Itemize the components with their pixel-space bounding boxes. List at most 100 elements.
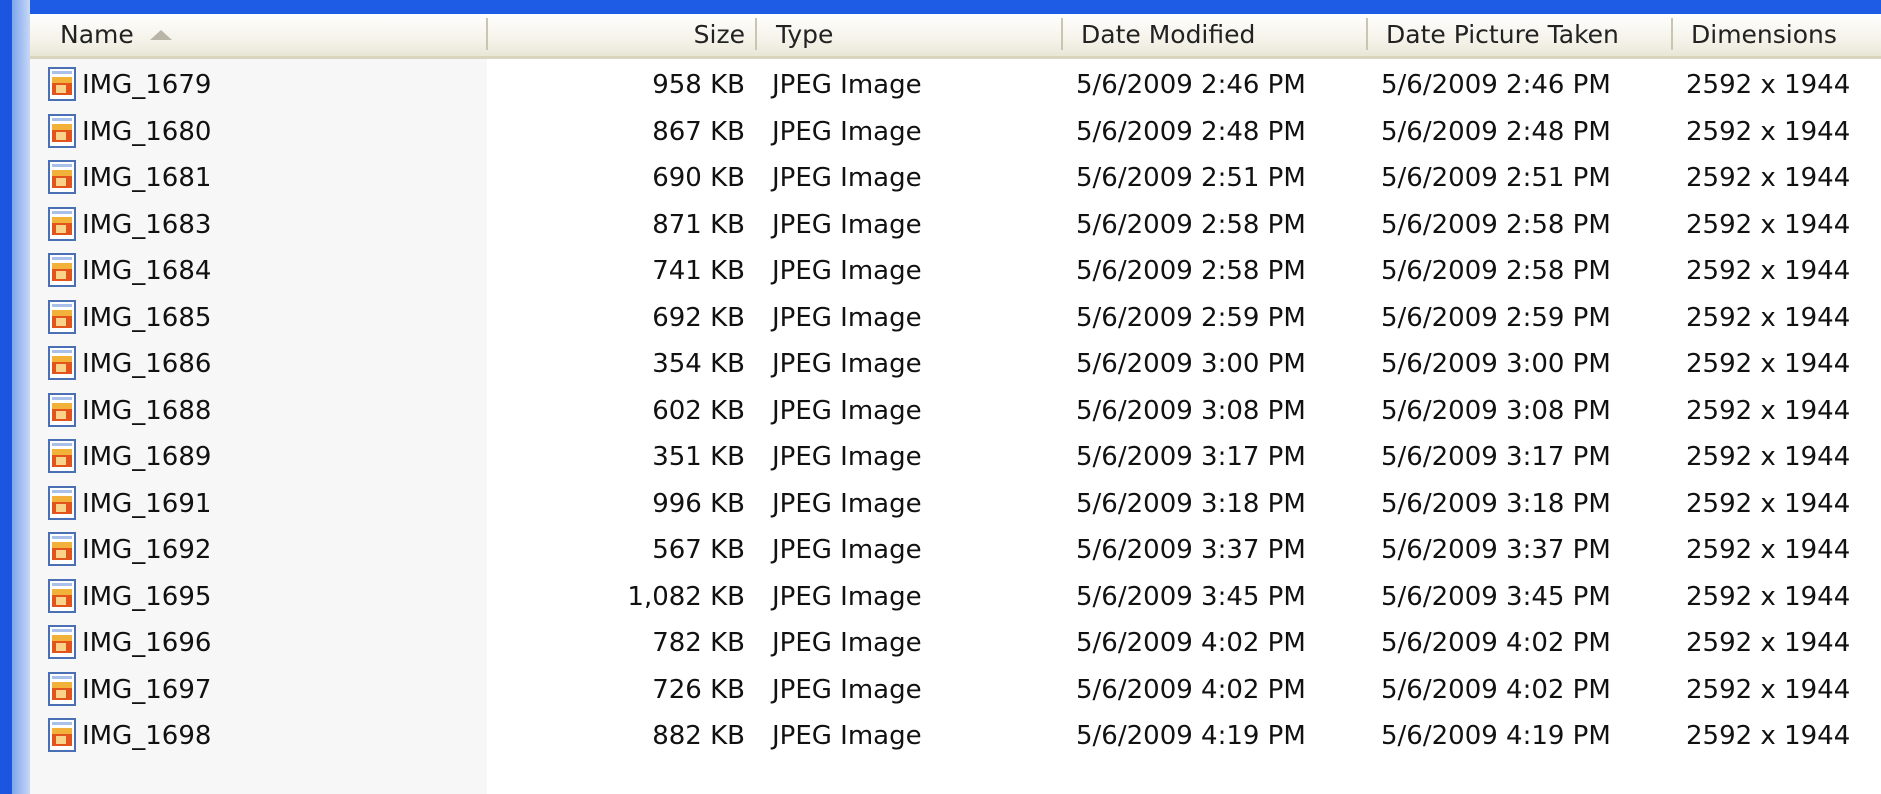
file-date-modified: 5/6/2009 3:08 PM	[1076, 395, 1306, 426]
file-row[interactable]: IMG_1685 692 KB JPEG Image 5/6/2009 2:59 PM…	[30, 295, 1881, 341]
column-divider[interactable]	[1671, 18, 1673, 50]
file-date-taken: 5/6/2009 2:48 PM	[1381, 116, 1611, 147]
file-row[interactable]: IMG_1679 958 KB JPEG Image 5/6/2009 2:46 PM…	[30, 62, 1881, 108]
file-row[interactable]: IMG_1698 882 KB JPEG Image 5/6/2009 4:19 PM…	[30, 713, 1881, 759]
jpeg-file-icon	[48, 67, 76, 101]
file-name: IMG_1695	[82, 581, 212, 612]
jpeg-file-icon	[48, 206, 76, 241]
file-size: 867 KB	[652, 116, 745, 147]
file-row[interactable]: IMG_1696 782 KB JPEG Image 5/6/2009 4:02 PM…	[30, 620, 1881, 666]
file-date-taken: 5/6/2009 3:17 PM	[1381, 442, 1611, 472]
file-date-modified: 5/6/2009 3:37 PM	[1076, 535, 1306, 565]
file-dimensions: 2592 x 1944	[1686, 628, 1851, 658]
file-date-taken: 5/6/2009 3:37 PM	[1381, 535, 1611, 565]
column-header-type[interactable]: Type	[776, 14, 833, 56]
file-row[interactable]: IMG_1681 690 KB JPEG Image 5/6/2009 2:51 PM…	[30, 155, 1881, 201]
file-type: JPEG Image	[772, 442, 922, 472]
file-date-modified: 5/6/2009 2:51 PM	[1076, 163, 1306, 193]
column-header-name[interactable]: Name	[60, 14, 134, 56]
file-name: IMG_1691	[82, 488, 212, 519]
file-size: 1,082 KB	[627, 581, 745, 612]
file-date-modified: 5/6/2009 2:58 PM	[1076, 256, 1306, 286]
file-name: IMG_1681	[82, 163, 212, 193]
jpeg-file-icon	[48, 439, 76, 473]
file-date-taken: 5/6/2009 3:08 PM	[1381, 395, 1611, 426]
jpeg-file-icon	[48, 113, 76, 148]
file-date-modified: 5/6/2009 2:59 PM	[1076, 302, 1306, 333]
file-date-modified: 5/6/2009 3:45 PM	[1076, 581, 1306, 612]
file-type: JPEG Image	[772, 70, 922, 100]
file-dimensions: 2592 x 1944	[1686, 302, 1851, 333]
file-dimensions: 2592 x 1944	[1686, 209, 1851, 240]
file-type: JPEG Image	[772, 721, 922, 751]
file-date-modified: 5/6/2009 3:00 PM	[1076, 349, 1306, 379]
file-size: 351 KB	[652, 442, 745, 472]
column-divider[interactable]	[486, 18, 488, 50]
file-date-taken: 5/6/2009 4:19 PM	[1381, 721, 1611, 751]
column-divider[interactable]	[1366, 18, 1368, 50]
jpeg-file-icon	[48, 578, 76, 613]
column-divider[interactable]	[755, 18, 757, 50]
file-row[interactable]: IMG_1683 871 KB JPEG Image 5/6/2009 2:58 PM…	[30, 202, 1881, 248]
file-row[interactable]: IMG_1689 351 KB JPEG Image 5/6/2009 3:17 PM…	[30, 434, 1881, 480]
file-dimensions: 2592 x 1944	[1686, 581, 1851, 612]
file-dimensions: 2592 x 1944	[1686, 721, 1851, 751]
file-row[interactable]: IMG_1688 602 KB JPEG Image 5/6/2009 3:08 PM…	[30, 388, 1881, 434]
desktop-background	[0, 0, 12, 794]
file-dimensions: 2592 x 1944	[1686, 674, 1851, 705]
file-date-modified: 5/6/2009 4:02 PM	[1076, 674, 1306, 705]
file-name: IMG_1679	[82, 70, 212, 100]
file-row[interactable]: IMG_1695 1,082 KB JPEG Image 5/6/2009 3:45 …	[30, 574, 1881, 620]
file-type: JPEG Image	[772, 395, 922, 426]
file-date-taken: 5/6/2009 3:00 PM	[1381, 349, 1611, 379]
file-name: IMG_1686	[82, 349, 212, 379]
file-date-modified: 5/6/2009 2:48 PM	[1076, 116, 1306, 147]
column-divider[interactable]	[1061, 18, 1063, 50]
file-size: 996 KB	[652, 488, 745, 519]
file-dimensions: 2592 x 1944	[1686, 395, 1851, 426]
jpeg-file-icon	[48, 392, 76, 427]
file-row[interactable]: IMG_1697 726 KB JPEG Image 5/6/2009 4:02 PM…	[30, 667, 1881, 713]
jpeg-file-icon	[48, 532, 76, 566]
column-header-date-modified[interactable]: Date Modified	[1081, 14, 1255, 56]
file-date-taken: 5/6/2009 2:59 PM	[1381, 302, 1611, 333]
jpeg-file-icon	[48, 160, 76, 194]
file-date-taken: 5/6/2009 3:45 PM	[1381, 581, 1611, 612]
column-header-bar: Name Size Type Date Modified Date Pictur…	[30, 14, 1881, 59]
file-date-modified: 5/6/2009 2:46 PM	[1076, 70, 1306, 100]
jpeg-file-icon	[48, 485, 76, 520]
file-date-modified: 5/6/2009 4:19 PM	[1076, 721, 1306, 751]
file-type: JPEG Image	[772, 302, 922, 333]
column-header-size[interactable]: Size	[630, 14, 745, 56]
file-type: JPEG Image	[772, 116, 922, 147]
window-left-border	[12, 0, 30, 794]
file-size: 602 KB	[652, 395, 745, 426]
jpeg-file-icon	[48, 671, 76, 706]
file-size: 871 KB	[652, 209, 745, 240]
sort-ascending-icon	[150, 30, 172, 40]
column-header-date-taken[interactable]: Date Picture Taken	[1386, 14, 1619, 56]
file-type: JPEG Image	[772, 163, 922, 193]
file-date-taken: 5/6/2009 2:58 PM	[1381, 256, 1611, 286]
jpeg-file-icon	[48, 253, 76, 287]
file-dimensions: 2592 x 1944	[1686, 488, 1851, 519]
file-type: JPEG Image	[772, 488, 922, 519]
column-header-dimensions[interactable]: Dimensions	[1691, 14, 1837, 56]
file-date-taken: 5/6/2009 2:51 PM	[1381, 163, 1611, 193]
file-date-modified: 5/6/2009 2:58 PM	[1076, 209, 1306, 240]
file-date-taken: 5/6/2009 4:02 PM	[1381, 674, 1611, 705]
file-name: IMG_1698	[82, 721, 212, 751]
file-row[interactable]: IMG_1691 996 KB JPEG Image 5/6/2009 3:18 PM…	[30, 481, 1881, 527]
file-type: JPEG Image	[772, 535, 922, 565]
file-date-modified: 5/6/2009 3:18 PM	[1076, 488, 1306, 519]
file-date-modified: 5/6/2009 3:17 PM	[1076, 442, 1306, 472]
file-size: 882 KB	[652, 721, 745, 751]
file-row[interactable]: IMG_1692 567 KB JPEG Image 5/6/2009 3:37 PM…	[30, 527, 1881, 573]
file-row[interactable]: IMG_1684 741 KB JPEG Image 5/6/2009 2:58 PM…	[30, 248, 1881, 294]
file-size: 354 KB	[652, 349, 745, 379]
file-row[interactable]: IMG_1680 867 KB JPEG Image 5/6/2009 2:48 PM…	[30, 109, 1881, 155]
file-row[interactable]: IMG_1686 354 KB JPEG Image 5/6/2009 3:00 PM…	[30, 341, 1881, 387]
file-name: IMG_1685	[82, 302, 212, 333]
file-list-view[interactable]: Name Size Type Date Modified Date Pictur…	[30, 14, 1881, 794]
file-name: IMG_1689	[82, 442, 212, 472]
